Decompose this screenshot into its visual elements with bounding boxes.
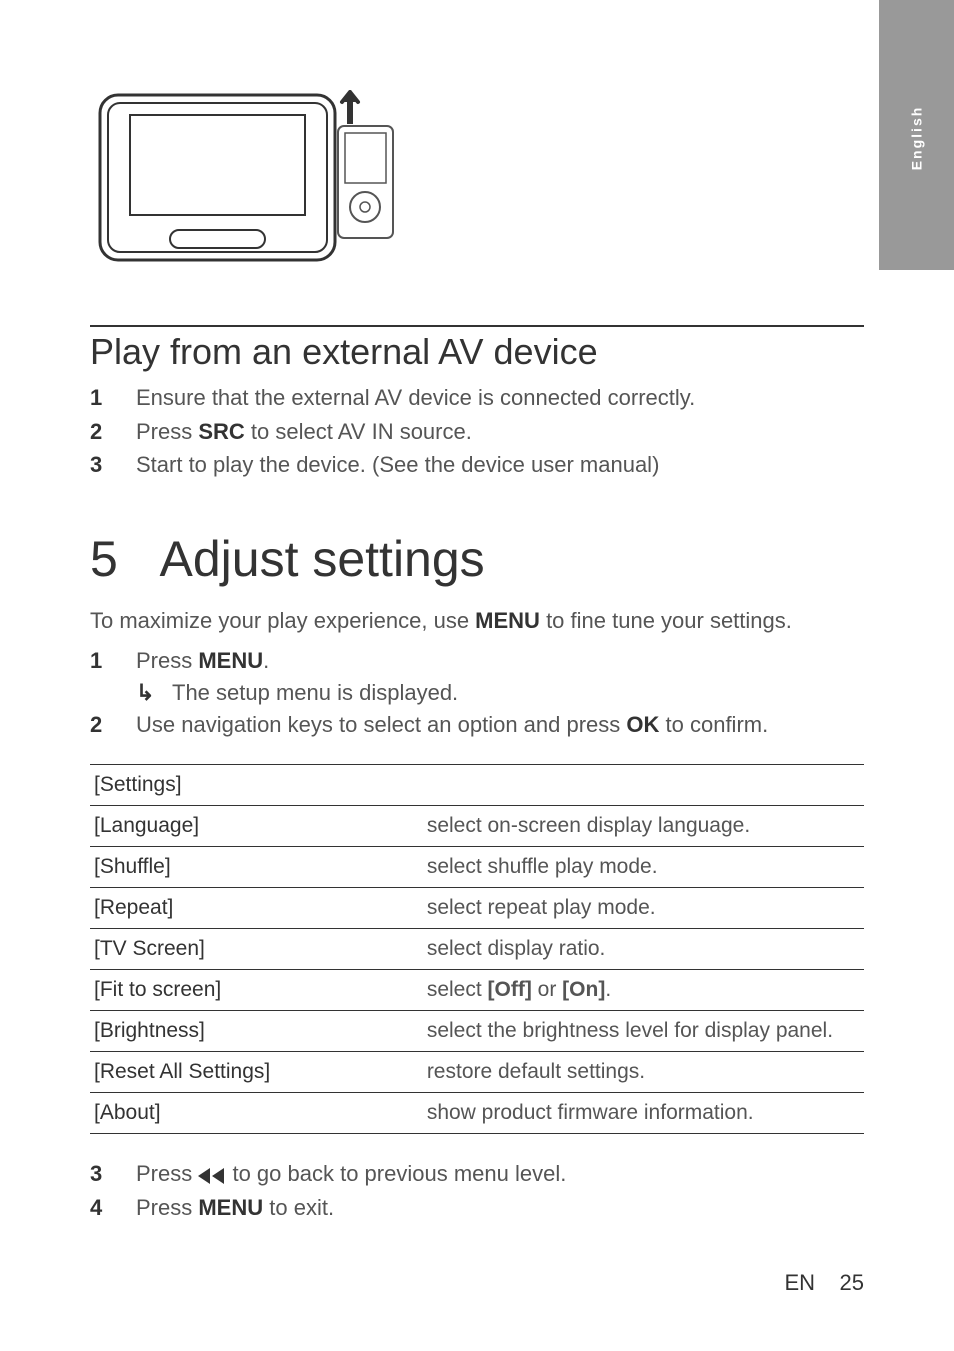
text-bold: [On]	[562, 978, 605, 1001]
text-bold: MENU	[198, 1195, 263, 1220]
step-sub: ↳ The setup menu is displayed.	[90, 680, 864, 706]
table-value: select display ratio.	[423, 929, 864, 970]
table-value: select the brightness level for display …	[423, 1011, 864, 1052]
language-side-tab: English	[879, 0, 954, 270]
table-row: [Language]select on-screen display langu…	[90, 806, 864, 847]
text-fragment: Press	[136, 1195, 198, 1220]
step-item: 2 Press SRC to select AV IN source.	[90, 417, 864, 447]
text-fragment: to go back to previous menu level.	[226, 1161, 566, 1186]
text-fragment: Use navigation keys to select an option …	[136, 712, 626, 737]
step-number: 1	[90, 646, 136, 676]
language-tab-label: English	[909, 106, 925, 171]
text-fragment: .	[263, 648, 269, 673]
table-row: [About]show product firmware information…	[90, 1093, 864, 1134]
table-row: [Settings]	[90, 765, 864, 806]
text-bold: OK	[626, 712, 659, 737]
step-sub-text: The setup menu is displayed.	[172, 680, 458, 706]
step-text: Press MENU to exit.	[136, 1193, 334, 1223]
chapter-title-text: Adjust settings	[160, 531, 485, 587]
table-key: [Repeat]	[90, 888, 423, 929]
text-bold: SRC	[198, 419, 244, 444]
step-number: 1	[90, 383, 136, 413]
table-row: [Fit to screen]select [Off] or [On].	[90, 970, 864, 1011]
text-fragment: to confirm.	[659, 712, 768, 737]
table-key: [Fit to screen]	[90, 970, 423, 1011]
table-row: [Brightness]select the brightness level …	[90, 1011, 864, 1052]
chapter-intro: To maximize your play experience, use ME…	[90, 608, 864, 634]
text-fragment: to select AV IN source.	[245, 419, 472, 444]
text-bold: [Off]	[488, 978, 532, 1001]
result-arrow-icon: ↳	[136, 680, 172, 706]
footer-lang: EN	[785, 1270, 816, 1295]
step-item: 2 Use navigation keys to select an optio…	[90, 710, 864, 740]
steps-adjust-settings: 1 Press MENU. ↳ The setup menu is displa…	[90, 646, 864, 739]
step-number: 4	[90, 1193, 136, 1223]
step-text: Press SRC to select AV IN source.	[136, 417, 472, 447]
text-fragment: Press	[136, 648, 198, 673]
table-key: [TV Screen]	[90, 929, 423, 970]
table-row: [Reset All Settings]restore default sett…	[90, 1052, 864, 1093]
table-value: restore default settings.	[423, 1052, 864, 1093]
step-item: 1 Press MENU.	[90, 646, 864, 676]
page-footer: EN 25	[785, 1270, 865, 1296]
settings-table: [Settings] [Language]select on-screen di…	[90, 764, 864, 1134]
text-fragment: or	[532, 978, 562, 1001]
rewind-icon	[198, 1168, 226, 1184]
step-item: 4 Press MENU to exit.	[90, 1193, 864, 1223]
step-item: 3 Start to play the device. (See the dev…	[90, 450, 864, 480]
chapter-heading: 5 Adjust settings	[90, 530, 864, 588]
table-key: [Brightness]	[90, 1011, 423, 1052]
step-number: 2	[90, 710, 136, 740]
step-text: Ensure that the external AV device is co…	[136, 383, 695, 413]
section-title-play-external: Play from an external AV device	[90, 331, 864, 373]
step-text: Use navigation keys to select an option …	[136, 710, 768, 740]
table-value: select repeat play mode.	[423, 888, 864, 929]
table-key: [Settings]	[90, 765, 864, 806]
table-value: show product firmware information.	[423, 1093, 864, 1134]
table-value: select [Off] or [On].	[423, 970, 864, 1011]
step-text: Start to play the device. (See the devic…	[136, 450, 659, 480]
text-fragment: .	[605, 978, 611, 1001]
text-fragment: Press	[136, 1161, 198, 1186]
text-fragment: to fine tune your settings.	[540, 608, 792, 633]
table-value: select shuffle play mode.	[423, 847, 864, 888]
text-fragment: Press	[136, 419, 198, 444]
table-row: [Shuffle]select shuffle play mode.	[90, 847, 864, 888]
step-number: 3	[90, 450, 136, 480]
table-key: [Shuffle]	[90, 847, 423, 888]
steps-post-table: 3 Press to go back to previous menu leve…	[90, 1159, 864, 1222]
section-divider	[90, 325, 864, 327]
steps-play-external: 1 Ensure that the external AV device is …	[90, 383, 864, 480]
text-fragment: to exit.	[263, 1195, 334, 1220]
table-row: [TV Screen]select display ratio.	[90, 929, 864, 970]
table-key: [Language]	[90, 806, 423, 847]
page-content: Play from an external AV device 1 Ensure…	[0, 0, 954, 1257]
text-bold: MENU	[475, 608, 540, 633]
text-fragment: To maximize your play experience, use	[90, 608, 475, 633]
step-item: 1 Ensure that the external AV device is …	[90, 383, 864, 413]
table-key: [Reset All Settings]	[90, 1052, 423, 1093]
step-text: Press to go back to previous menu level.	[136, 1159, 566, 1189]
step-number: 2	[90, 417, 136, 447]
device-illustration	[90, 90, 864, 275]
text-fragment: select	[427, 978, 488, 1001]
footer-page-number: 25	[840, 1270, 864, 1295]
table-value: select on-screen display language.	[423, 806, 864, 847]
step-item: 3 Press to go back to previous menu leve…	[90, 1159, 864, 1189]
table-row: [Repeat]select repeat play mode.	[90, 888, 864, 929]
step-number: 3	[90, 1159, 136, 1189]
step-text: Press MENU.	[136, 646, 269, 676]
table-key: [About]	[90, 1093, 423, 1134]
chapter-number: 5	[90, 531, 118, 587]
text-bold: MENU	[198, 648, 263, 673]
